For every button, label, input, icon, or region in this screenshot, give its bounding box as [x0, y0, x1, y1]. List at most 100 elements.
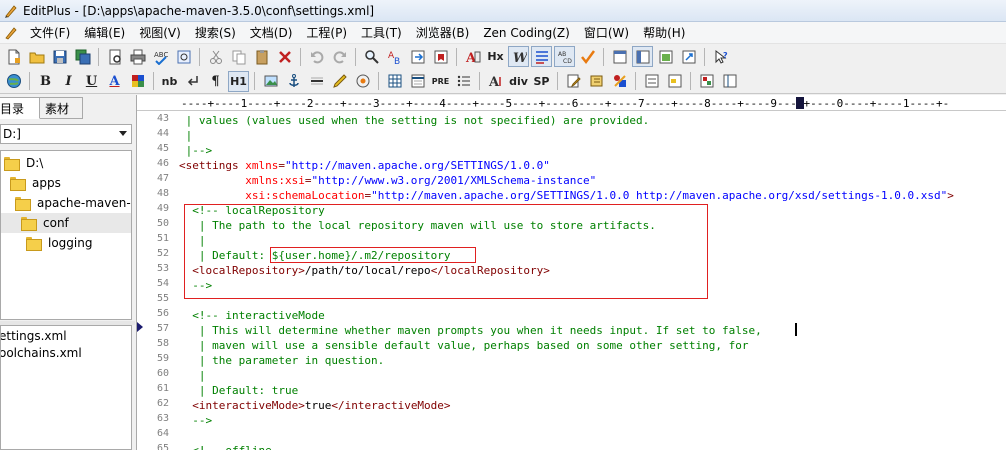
spell-abc-toggle[interactable]: AB CD	[554, 46, 575, 67]
script-icon[interactable]	[586, 71, 607, 92]
find-icon[interactable]	[361, 46, 382, 67]
menu-window[interactable]: 窗口(W)	[577, 22, 636, 43]
table-wizard-icon[interactable]	[407, 71, 428, 92]
list-icon[interactable]	[453, 71, 474, 92]
h1-heading-button[interactable]: H1	[228, 70, 249, 92]
code-line[interactable]: |	[179, 128, 193, 143]
undo-icon[interactable]	[306, 46, 327, 67]
tree-item-apps[interactable]: apps	[10, 173, 61, 193]
bookmark-icon[interactable]	[430, 46, 451, 67]
code-line[interactable]: | Default: true	[179, 383, 298, 398]
code-line[interactable]: | the parameter in question.	[179, 353, 384, 368]
file-item-settings-xml[interactable]: ettings.xml	[1, 329, 67, 345]
form-icon[interactable]	[641, 71, 662, 92]
code-line[interactable]: <interactiveMode>true</interactiveMode>	[179, 398, 450, 413]
hx-heading-button[interactable]: Hx	[485, 46, 506, 67]
bold-button[interactable]: B	[35, 71, 56, 92]
save-all-icon[interactable]	[72, 46, 93, 67]
pre-button[interactable]: PRE	[430, 71, 451, 92]
css-edit-icon[interactable]	[563, 71, 584, 92]
anchor-icon[interactable]	[283, 71, 304, 92]
multimedia-icon[interactable]	[696, 71, 717, 92]
code-line[interactable]: | maven will use a sensible default valu…	[179, 338, 749, 353]
drive-select[interactable]: D:]	[0, 124, 132, 144]
check-icon[interactable]	[577, 46, 598, 67]
color-picker-icon[interactable]	[352, 71, 373, 92]
tab-materials[interactable]: 素材	[39, 97, 83, 119]
code-line[interactable]: |-->	[179, 143, 213, 158]
toggle-directory-window-icon[interactable]	[632, 46, 653, 67]
font-dialog-icon[interactable]: A	[462, 46, 483, 67]
menu-search[interactable]: 搜索(S)	[188, 22, 243, 43]
code-line[interactable]: xmlns:xsi="http://www.w3.org/2001/XMLSch…	[179, 173, 596, 188]
paste-icon[interactable]	[251, 46, 272, 67]
nbsp-button[interactable]: nb	[159, 71, 180, 92]
image-icon[interactable]	[260, 71, 281, 92]
menu-zen-coding[interactable]: Zen Coding(Z)	[476, 24, 577, 42]
find-in-files-icon[interactable]	[173, 46, 194, 67]
toggle-cliptext-icon[interactable]	[655, 46, 676, 67]
table-icon[interactable]	[384, 71, 405, 92]
comment-highlight-icon[interactable]	[329, 71, 350, 92]
code-line[interactable]: | This will determine whether maven prom…	[179, 323, 762, 338]
spell-check-icon[interactable]: ABC	[150, 46, 171, 67]
tree-item-d-drive[interactable]: D:\	[4, 153, 43, 173]
code-line[interactable]: <!-- offline	[179, 443, 271, 450]
span-button[interactable]: SP	[531, 71, 552, 92]
browser-preview-icon[interactable]	[3, 71, 24, 92]
word-wrap-toggle[interactable]: W	[508, 46, 529, 67]
font-button[interactable]: A	[104, 71, 125, 92]
tree-item-apache-maven[interactable]: apache-maven-3	[15, 193, 131, 213]
redo-icon[interactable]	[329, 46, 350, 67]
copy-icon[interactable]	[228, 46, 249, 67]
menu-help[interactable]: 帮助(H)	[636, 22, 692, 43]
chevron-down-icon[interactable]	[119, 131, 127, 136]
underline-button[interactable]: U	[81, 71, 102, 92]
code-line[interactable]: | values (values used when the setting i…	[179, 113, 650, 128]
code-line[interactable]: -->	[179, 413, 212, 428]
menu-browser[interactable]: 浏览器(B)	[409, 22, 477, 43]
open-folder-icon[interactable]	[26, 46, 47, 67]
tree-item-logging[interactable]: logging	[26, 233, 92, 253]
cut-icon[interactable]	[205, 46, 226, 67]
line-numbers-toggle[interactable]	[531, 46, 552, 67]
file-list: ettings.xml oolchains.xml	[0, 325, 132, 450]
color-palette-icon[interactable]	[127, 71, 148, 92]
input-icon[interactable]	[664, 71, 685, 92]
menu-file[interactable]: 文件(F)	[23, 22, 77, 43]
help-pointer-icon[interactable]: ?	[710, 46, 731, 67]
print-icon[interactable]	[127, 46, 148, 67]
menu-edit[interactable]: 编辑(E)	[77, 22, 132, 43]
paragraph-icon[interactable]: ¶	[205, 71, 226, 92]
new-file-icon[interactable]	[3, 46, 24, 67]
menu-tools[interactable]: 工具(T)	[354, 22, 409, 43]
tools-icon[interactable]	[609, 71, 630, 92]
full-screen-icon[interactable]	[678, 46, 699, 67]
replace-icon[interactable]: AB	[384, 46, 405, 67]
code-line[interactable]: <!-- interactiveMode	[179, 308, 324, 323]
menu-document[interactable]: 文档(D)	[243, 22, 300, 43]
line-break-icon[interactable]	[182, 71, 203, 92]
toggle-output-window-icon[interactable]	[609, 46, 630, 67]
goto-line-icon[interactable]	[407, 46, 428, 67]
print-preview-icon[interactable]	[104, 46, 125, 67]
file-item-toolchains-xml[interactable]: oolchains.xml	[1, 346, 82, 362]
menu-view[interactable]: 视图(V)	[132, 22, 188, 43]
div-button[interactable]: div	[508, 71, 529, 92]
title-bar[interactable]: EditPlus - [D:\apps\apache-maven-3.5.0\c…	[0, 0, 1006, 22]
horizontal-rule-icon[interactable]	[306, 71, 327, 92]
line-number: 64	[156, 428, 169, 439]
frame-icon[interactable]	[719, 71, 740, 92]
italic-button[interactable]: I	[58, 71, 79, 92]
menu-project[interactable]: 工程(P)	[299, 22, 354, 43]
code-line[interactable]: |	[179, 368, 206, 383]
directory-pane: 目录 素材 D:] D:\ apps apache-maven-3 conf l…	[0, 95, 135, 450]
code-line[interactable]: <settings xmlns="http://maven.apache.org…	[179, 158, 550, 173]
font-size-icon[interactable]: A	[485, 71, 506, 92]
code-editor[interactable]: ----+----1----+----2----+----3----+----4…	[136, 95, 1006, 450]
save-icon[interactable]	[49, 46, 70, 67]
delete-icon[interactable]	[274, 46, 295, 67]
tree-item-conf[interactable]: conf	[1, 213, 131, 233]
tab-directory[interactable]: 目录	[0, 97, 40, 119]
code-line[interactable]: xsi:schemaLocation="http://maven.apache.…	[179, 188, 954, 203]
